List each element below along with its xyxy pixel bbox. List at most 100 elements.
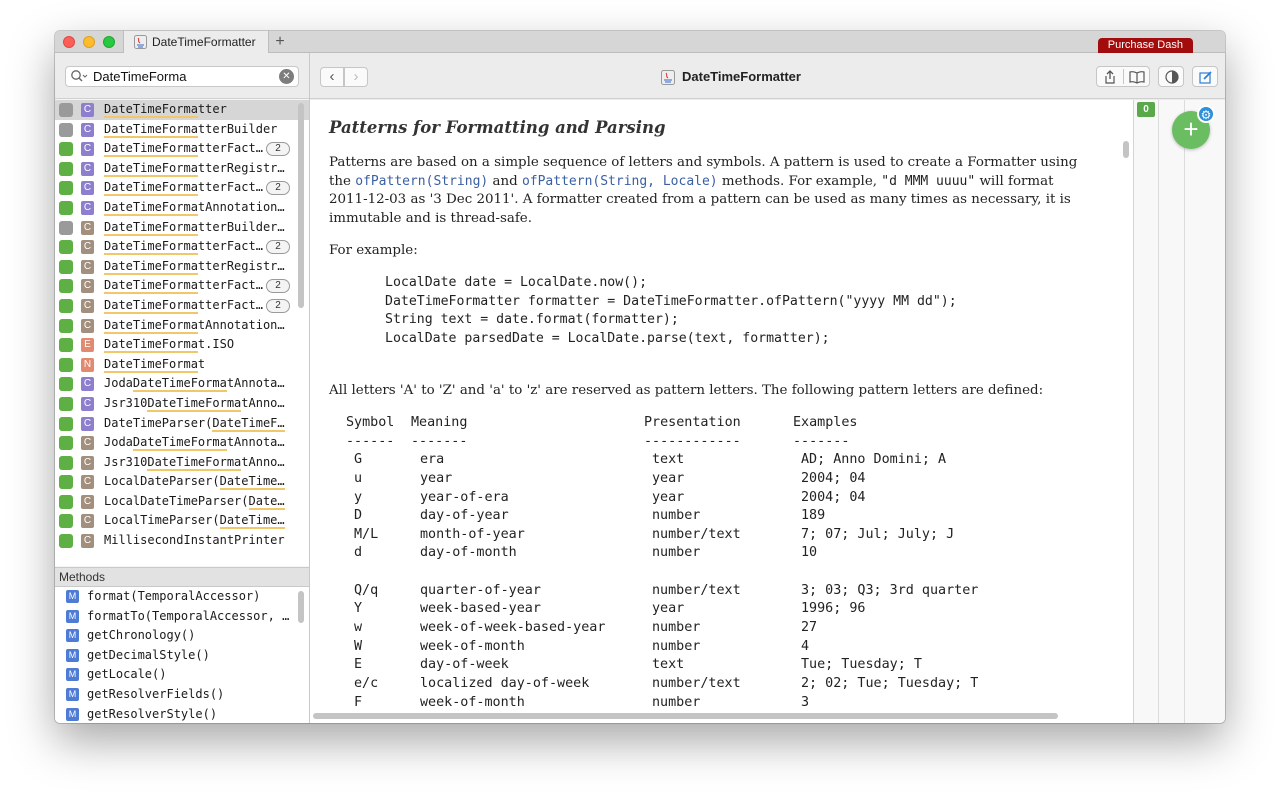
result-item[interactable]: C DateTimeFormatterRegistra… bbox=[55, 257, 309, 277]
share-icon[interactable] bbox=[1103, 70, 1117, 84]
spring-docset-icon bbox=[59, 455, 73, 470]
spring-docset-icon bbox=[59, 534, 73, 549]
methods-scrollbar[interactable] bbox=[298, 591, 304, 623]
spring-docset-icon bbox=[59, 318, 73, 333]
spring-docset-icon bbox=[59, 240, 73, 255]
result-count-badge[interactable]: 2 bbox=[266, 279, 290, 294]
clear-search-icon[interactable]: ✕ bbox=[279, 69, 294, 84]
search-row: DateTimeForma ✕ bbox=[55, 53, 309, 99]
result-name: LocalDateTimeParser(DateT… bbox=[104, 493, 290, 510]
result-item[interactable]: C LocalDateTimeParser(DateT… bbox=[55, 492, 309, 512]
back-button[interactable]: ‹ bbox=[320, 67, 344, 87]
meaning-cell: week-of-month bbox=[420, 694, 525, 710]
result-item[interactable]: C MillisecondInstantPrinter bbox=[55, 531, 309, 551]
result-name: DateTimeFormatAnnotationF… bbox=[104, 199, 290, 216]
tab-datetimeformatter[interactable]: DateTimeFormatter bbox=[123, 31, 269, 53]
meaning-cell: ------- bbox=[411, 433, 468, 449]
entry-type-icon: C bbox=[81, 534, 94, 549]
result-item[interactable]: C DateTimeFormatterFacto… 2 bbox=[55, 178, 309, 198]
result-item[interactable]: C DateTimeFormatterFacto… 2 bbox=[55, 237, 309, 257]
examples-cell: 1996; 96 bbox=[801, 601, 866, 617]
symbol-cell: e/c bbox=[354, 675, 379, 691]
result-item[interactable]: C DateTimeParser(DateTimeFo… bbox=[55, 414, 309, 434]
annotate-button[interactable] bbox=[1192, 66, 1218, 87]
paragraph-intro: Patterns are based on a simple sequence … bbox=[329, 155, 1078, 226]
spring-docset-icon bbox=[59, 142, 73, 157]
result-count-badge[interactable]: 2 bbox=[266, 298, 290, 313]
java-docset-icon bbox=[59, 103, 73, 117]
result-item[interactable]: C DateTimeFormatterFacto… 2 bbox=[55, 276, 309, 296]
result-count-badge[interactable]: 2 bbox=[266, 142, 290, 157]
method-item[interactable]: MgetResolverFields() bbox=[55, 685, 309, 705]
panel-divider bbox=[1158, 100, 1159, 723]
theme-toggle-button[interactable] bbox=[1158, 66, 1184, 87]
new-tab-button[interactable]: + bbox=[273, 31, 287, 53]
maximize-window-button[interactable] bbox=[103, 36, 115, 48]
method-item[interactable]: Mformat(TemporalAccessor) bbox=[55, 587, 309, 607]
result-item[interactable]: C DateTimeFormatAnnotationF… bbox=[55, 198, 309, 218]
link-ofpattern-string-locale[interactable]: ofPattern(String, Locale) bbox=[522, 174, 718, 189]
result-count-badge[interactable]: 2 bbox=[266, 240, 290, 255]
minimize-window-button[interactable] bbox=[83, 36, 95, 48]
search-input[interactable]: DateTimeForma ✕ bbox=[65, 66, 299, 87]
result-item[interactable]: C DateTimeFormatterRegistrar bbox=[55, 159, 309, 179]
examples-cell: 4 bbox=[801, 638, 810, 654]
result-name: DateTimeFormatterFacto… bbox=[104, 239, 269, 256]
result-item[interactable]: C DateTimeFormatterBuilder bbox=[55, 120, 309, 140]
results-scrollbar[interactable] bbox=[298, 103, 304, 308]
meaning-cell: week-of-week-based-year bbox=[420, 620, 606, 636]
annotation-count-badge: 0 bbox=[1137, 102, 1155, 117]
result-item[interactable]: C DateTimeFormatterFacto… 2 bbox=[55, 296, 309, 316]
close-window-button[interactable] bbox=[63, 36, 75, 48]
result-count-badge[interactable]: 2 bbox=[266, 181, 290, 196]
presentation-cell: Presentation bbox=[644, 415, 741, 430]
result-item[interactable]: C LocalDateParser(DateTimeF… bbox=[55, 472, 309, 492]
link-ofpattern-string[interactable]: ofPattern(String) bbox=[355, 174, 488, 189]
spring-docset-icon bbox=[59, 357, 73, 372]
panel-divider bbox=[1184, 100, 1185, 723]
method-item[interactable]: MformatTo(TemporalAccessor, A… bbox=[55, 607, 309, 627]
spring-docset-icon bbox=[59, 436, 73, 451]
sidebar: DateTimeForma ✕ C DateTimeFormatter C DateT… bbox=[55, 53, 310, 723]
search-icon[interactable] bbox=[70, 69, 88, 84]
java-docset-icon bbox=[59, 220, 73, 235]
gear-icon[interactable]: ⚙ bbox=[1197, 105, 1215, 123]
symbol-cell: u bbox=[354, 470, 363, 486]
result-item[interactable]: C JodaDateTimeFormatAnnotat… bbox=[55, 374, 309, 394]
result-item[interactable]: C Jsr310DateTimeFormatAnnot… bbox=[55, 453, 309, 473]
result-item[interactable]: E DateTimeFormat.ISO bbox=[55, 335, 309, 355]
entry-type-icon: C bbox=[81, 475, 94, 490]
result-item[interactable]: C DateTimeFormatterBuilder() bbox=[55, 218, 309, 238]
method-item[interactable]: MgetResolverStyle() bbox=[55, 705, 309, 723]
java-docset-icon bbox=[134, 35, 147, 49]
purchase-dash-button[interactable]: Purchase Dash bbox=[1097, 38, 1193, 53]
forward-button[interactable]: › bbox=[344, 67, 368, 87]
result-item[interactable]: C LocalTimeParser(DateTimeF… bbox=[55, 511, 309, 531]
examples-cell: AD; Anno Domini; A bbox=[801, 452, 947, 468]
presentation-cell: number bbox=[652, 620, 701, 636]
result-item[interactable]: C DateTimeFormatter bbox=[55, 100, 309, 120]
bookmarks-icon[interactable] bbox=[1129, 70, 1145, 84]
content-horizontal-scrollbar[interactable] bbox=[313, 713, 1058, 719]
method-item[interactable]: MgetLocale() bbox=[55, 665, 309, 685]
method-item[interactable]: MgetDecimalStyle() bbox=[55, 646, 309, 666]
content-vertical-scrollbar[interactable] bbox=[1123, 141, 1129, 158]
result-item[interactable]: C Jsr310DateTimeFormatAnnot… bbox=[55, 394, 309, 414]
method-icon: M bbox=[66, 609, 79, 623]
presentation-cell: number bbox=[652, 508, 701, 524]
examples-cell: 7; 07; Jul; July; J bbox=[801, 526, 955, 542]
method-item[interactable]: MgetChronology() bbox=[55, 626, 309, 646]
result-item[interactable]: C DateTimeFormatAnnotationF… bbox=[55, 316, 309, 336]
page-title-text: DateTimeFormatter bbox=[682, 69, 801, 84]
result-item[interactable]: C JodaDateTimeFormatAnnotat… bbox=[55, 433, 309, 453]
symbol-cell: w bbox=[354, 620, 363, 636]
method-icon: M bbox=[66, 590, 79, 603]
result-item[interactable]: N DateTimeFormat bbox=[55, 355, 309, 375]
presentation-cell: year bbox=[652, 601, 685, 617]
paragraph-for-example: For example: bbox=[329, 243, 418, 258]
entry-type-icon: C bbox=[81, 436, 94, 451]
result-item[interactable]: C DateTimeFormatterFacto… 2 bbox=[55, 139, 309, 159]
entry-type-icon: C bbox=[81, 161, 94, 176]
symbol-cell: D bbox=[354, 508, 363, 524]
presentation-cell: number bbox=[652, 545, 701, 561]
